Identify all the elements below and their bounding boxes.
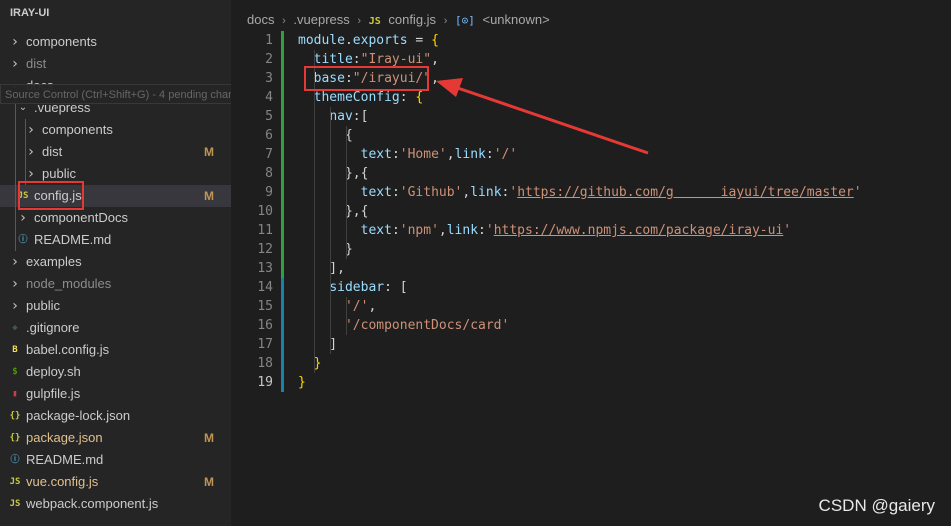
- tree-file[interactable]: $ deploy.sh: [0, 361, 231, 383]
- tree-item-label: componentDocs: [34, 210, 128, 225]
- source-control-tooltip: Source Control (Ctrl+Shift+G) - 4 pendin…: [0, 84, 231, 104]
- tree-indent-guide: [25, 119, 26, 185]
- tree-item-label: components: [42, 122, 113, 137]
- chevron-right-icon: ›: [12, 298, 18, 314]
- tree-item-label: deploy.sh: [26, 364, 81, 379]
- tree-item-label: README.md: [26, 452, 104, 467]
- info-file-icon: ⓘ: [10, 455, 20, 465]
- tree-indent-guide: [15, 97, 16, 251]
- chevron-right-icon: ›: [20, 210, 26, 226]
- json-file-icon: {}: [9, 433, 21, 443]
- tree-item-label: package-lock.json: [26, 408, 131, 423]
- tree-item-label: dist: [42, 144, 63, 159]
- arrow-head-icon: [436, 78, 463, 97]
- chevron-right-icon: ›: [12, 276, 18, 292]
- tree-item-label: package.json: [26, 430, 103, 445]
- watermark: CSDN @gaiery: [818, 496, 935, 515]
- tree-folder[interactable]: › dist M: [0, 141, 231, 163]
- tree-folder[interactable]: › node_modules: [0, 273, 231, 295]
- chevron-right-icon: ›: [28, 144, 34, 160]
- js-file-icon: JS: [9, 477, 21, 487]
- arrow-shaft: [445, 82, 649, 155]
- tree-file[interactable]: Bbabel.config.js: [0, 339, 231, 361]
- code-editor[interactable]: docs › .vuepress › JS config.js › [⊙] <u…: [231, 0, 951, 526]
- explorer-sidebar: IRAY-UI ›components›dist⌄docs⌄.vuepress›…: [0, 0, 231, 526]
- json-file-icon: {}: [9, 411, 21, 421]
- git-file-icon: ◆: [12, 323, 18, 333]
- tree-file[interactable]: ⓘ README.md: [0, 449, 231, 471]
- modified-badge: M: [204, 145, 214, 159]
- tree-item-label: .gitignore: [26, 320, 80, 335]
- chevron-right-icon: ›: [12, 56, 18, 72]
- tree-file[interactable]: ⓘ README.md: [0, 229, 231, 251]
- explorer-root-title[interactable]: IRAY-UI: [10, 7, 49, 19]
- tree-item-label: components: [26, 34, 97, 49]
- tree-item-label: node_modules: [26, 276, 112, 291]
- modified-badge: M: [204, 431, 214, 445]
- tree-item-label: public: [26, 298, 60, 313]
- tree-item-label: vue.config.js: [26, 474, 99, 489]
- tree-folder[interactable]: › dist: [0, 53, 231, 75]
- annotation-arrow: [436, 78, 649, 155]
- tree-file[interactable]: {} package-lock.json: [0, 405, 231, 427]
- tree-file[interactable]: JS vue.config.js M: [0, 471, 231, 493]
- tree-item-label: README.md: [34, 232, 112, 247]
- tree-item-label: gulpfile.js: [26, 386, 81, 401]
- tree-item-label: examples: [26, 254, 82, 269]
- chevron-right-icon: ›: [12, 254, 18, 270]
- highlight-config-file-box: [18, 181, 84, 210]
- tree-file[interactable]: ◆ .gitignore: [0, 317, 231, 339]
- modified-badge: M: [204, 189, 214, 203]
- modified-badge: M: [204, 475, 214, 489]
- tree-file[interactable]: ▮ gulpfile.js: [0, 383, 231, 405]
- tree-file[interactable]: JS webpack.component.js: [0, 493, 231, 515]
- tree-folder[interactable]: › examples: [0, 251, 231, 273]
- tree-item-label: dist: [26, 56, 47, 71]
- info-file-icon: ⓘ: [18, 235, 28, 245]
- tree-file[interactable]: {} package.json M: [0, 427, 231, 449]
- babel-file-icon: B: [12, 345, 18, 355]
- webpack-file-icon: JS: [9, 499, 21, 509]
- gulp-file-icon: ▮: [12, 389, 18, 399]
- tree-folder[interactable]: › public: [0, 295, 231, 317]
- tree-folder[interactable]: › componentDocs: [0, 207, 231, 229]
- tree-folder[interactable]: › components: [0, 119, 231, 141]
- tree-folder[interactable]: › components: [0, 31, 231, 53]
- chevron-right-icon: ›: [28, 122, 34, 138]
- tree-item-label: babel.config.js: [26, 342, 110, 357]
- tree-item-label: webpack.component.js: [26, 496, 159, 511]
- chevron-right-icon: ›: [12, 34, 18, 50]
- sh-file-icon: $: [12, 367, 18, 377]
